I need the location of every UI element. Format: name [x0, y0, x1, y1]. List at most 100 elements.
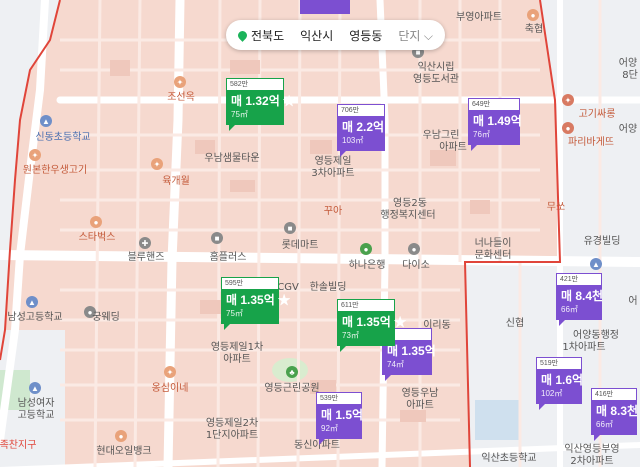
- place-label[interactable]: 육개월: [162, 176, 190, 188]
- place-label[interactable]: 부영아파트: [456, 12, 502, 24]
- place-label[interactable]: 스타벅스: [79, 232, 116, 244]
- gas-station-icon[interactable]: ●: [115, 430, 127, 442]
- place-label[interactable]: 축협: [525, 24, 543, 36]
- place-label[interactable]: 신동초등학교: [35, 132, 90, 144]
- price-marker[interactable]: 519만 매 1.6억 102㎡: [536, 357, 583, 410]
- place-label[interactable]: 다이소: [402, 260, 430, 272]
- sale-price: 매 8.3천: [596, 404, 639, 418]
- place-label[interactable]: 아파트: [439, 142, 467, 154]
- school-icon[interactable]: ▲: [29, 382, 41, 394]
- place-label[interactable]: 아파트: [223, 354, 251, 366]
- place-label[interactable]: 영등제일2차: [206, 418, 258, 430]
- price-marker[interactable]: 539만 매 1.5억 92㎡: [316, 392, 363, 445]
- place-label[interactable]: 고기싸롱: [579, 109, 616, 121]
- restaurant-icon[interactable]: ✦: [151, 158, 163, 170]
- place-label[interactable]: 익산영등부영: [564, 444, 619, 456]
- place-label[interactable]: 3차아파트: [311, 168, 354, 180]
- place-label[interactable]: 영등2동: [393, 198, 427, 210]
- restaurant-icon[interactable]: ✦: [174, 76, 186, 88]
- star-icon: ★: [283, 94, 296, 108]
- place-label[interactable]: 꾸아: [324, 206, 342, 218]
- place-label[interactable]: 우남샘물타운: [204, 153, 259, 165]
- district-selector[interactable]: 영등동: [341, 27, 390, 44]
- park-icon[interactable]: ♣: [286, 366, 298, 378]
- place-label[interactable]: 어양: [619, 58, 637, 70]
- province-selector[interactable]: 전북도: [251, 27, 292, 44]
- place-label[interactable]: 홈플러스: [210, 252, 247, 264]
- place-label[interactable]: 우남그린: [423, 130, 460, 142]
- district-label: 족찬지구: [0, 440, 37, 451]
- place-label[interactable]: 하나은행: [349, 260, 386, 272]
- car-service-icon[interactable]: ✚: [139, 237, 151, 249]
- price-marker-cutoff[interactable]: [300, 0, 350, 14]
- sale-price: 매 1.35억: [226, 293, 275, 307]
- place-label[interactable]: 영등우남: [402, 388, 439, 400]
- marker-tail: [471, 144, 478, 151]
- place-label[interactable]: 무쏘: [547, 202, 565, 214]
- place-label[interactable]: 남성고등학교: [7, 312, 62, 324]
- place-label[interactable]: 남성여자: [18, 398, 55, 410]
- restaurant-icon[interactable]: ✦: [29, 149, 41, 161]
- place-label[interactable]: 익산초등학교: [481, 453, 536, 465]
- place-label[interactable]: 고등학교: [18, 410, 55, 422]
- area-size: 102㎡: [541, 389, 563, 398]
- school-icon[interactable]: ▲: [40, 115, 52, 127]
- type-selector[interactable]: 단지 ⌵: [390, 27, 441, 44]
- place-label[interactable]: 한솔빌딩: [310, 282, 347, 294]
- bakery-icon[interactable]: ●: [562, 122, 574, 134]
- place-label[interactable]: 영등근린공원: [264, 383, 319, 395]
- bank-icon[interactable]: ●: [360, 243, 372, 255]
- school-icon[interactable]: ▲: [26, 296, 38, 308]
- place-label[interactable]: 유경빌딩: [584, 236, 621, 248]
- restaurant-icon[interactable]: ✦: [562, 94, 574, 106]
- place-label[interactable]: 아파트: [406, 400, 434, 412]
- place-label[interactable]: 현대오일뱅크: [96, 446, 151, 458]
- place-label[interactable]: 어양동행정: [573, 330, 619, 342]
- place-label[interactable]: 블루핸즈: [128, 252, 165, 264]
- place-label[interactable]: 영등도서관: [413, 74, 459, 86]
- place-label[interactable]: 신협: [506, 318, 524, 330]
- place-label[interactable]: 1단지아파트: [206, 430, 258, 442]
- place-label[interactable]: 조선옥: [167, 92, 195, 104]
- price-marker[interactable]: 706만 매 2.2억 103㎡: [337, 104, 385, 157]
- region-filter-bar[interactable]: 전북도 익산시 영등동 단지 ⌵: [226, 20, 445, 50]
- location-pin-icon: [236, 28, 249, 42]
- place-label[interactable]: 동신아파트: [294, 440, 340, 452]
- area-size: 103㎡: [342, 136, 364, 145]
- place-label[interactable]: 영등제일: [315, 156, 352, 168]
- city-selector[interactable]: 익산시: [292, 27, 341, 44]
- price-marker[interactable]: 421만 매 8.4천 66㎡: [556, 273, 603, 326]
- place-label[interactable]: 익산시립: [418, 62, 455, 74]
- map-canvas[interactable]: ✦ ▲ ✦ ■ ✦ ● ● ✚ ■ ■ ● ● ● ▲ ▲ ✦ ♣ ● ✦ ● …: [0, 0, 640, 467]
- place-label[interactable]: 궁웨딩: [92, 312, 120, 324]
- place-label[interactable]: 영등제일1차: [211, 342, 263, 354]
- marker-tail: [539, 403, 546, 410]
- place-label[interactable]: 2차아파트: [570, 456, 613, 467]
- place-label[interactable]: 문화센터: [475, 250, 512, 262]
- place-label[interactable]: 너나들이: [475, 238, 512, 250]
- place-label[interactable]: 롯데마트: [282, 240, 319, 252]
- mart-icon[interactable]: ■: [211, 232, 223, 244]
- place-label[interactable]: 파리바게뜨: [568, 137, 614, 149]
- place-label[interactable]: 1차아파트: [562, 342, 605, 354]
- price-marker[interactable]: 611만 매 1.35억 ★ 73㎡: [337, 299, 406, 352]
- place-label[interactable]: 옹심이네: [152, 383, 189, 395]
- shop-icon[interactable]: ●: [408, 243, 420, 255]
- price-marker[interactable]: 649만 매 1.49억 76㎡: [468, 98, 522, 151]
- price-marker[interactable]: 582만 매 1.32억 ★ 75㎡: [226, 78, 295, 131]
- place-label[interactable]: 어: [628, 296, 637, 308]
- restaurant-icon[interactable]: ✦: [164, 366, 176, 378]
- bank-icon[interactable]: ●: [527, 9, 539, 21]
- sale-price: 매 1.35억: [342, 315, 391, 329]
- price-marker[interactable]: 595만 매 1.35억 ★ 75㎡: [221, 277, 290, 330]
- mart-icon[interactable]: ■: [284, 222, 296, 234]
- place-label[interactable]: 원본한우생고기: [23, 165, 87, 177]
- marker-tail: [340, 345, 347, 352]
- place-label[interactable]: 어양: [619, 124, 637, 136]
- place-label[interactable]: 8단: [622, 70, 638, 82]
- place-label[interactable]: 행정복지센터: [380, 210, 435, 222]
- school-icon[interactable]: ▲: [590, 258, 602, 270]
- price-marker[interactable]: 416만 매 8.3천 66㎡: [591, 388, 639, 441]
- sale-price: 매 1.35억: [387, 344, 436, 358]
- cafe-icon[interactable]: ●: [90, 216, 102, 228]
